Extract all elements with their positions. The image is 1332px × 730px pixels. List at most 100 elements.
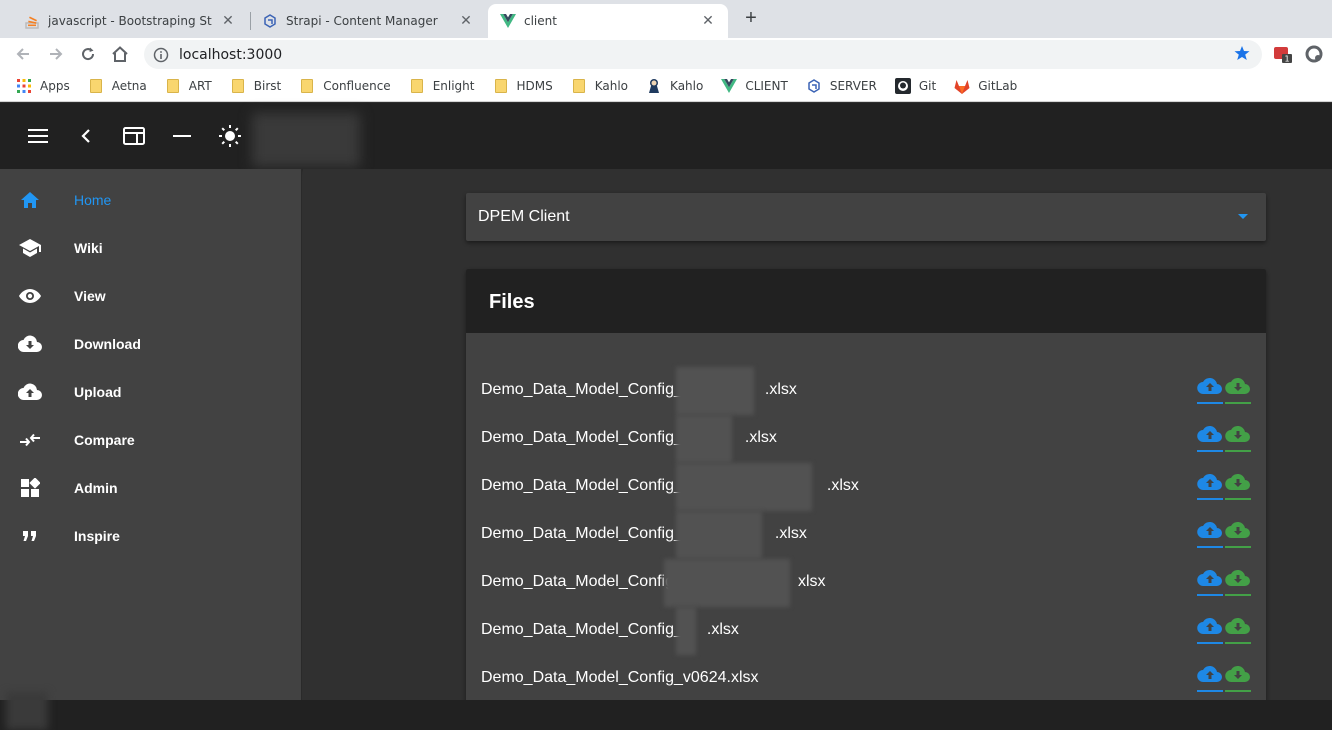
folder-icon [165,78,181,94]
bookmark-gitlab[interactable]: GitLab [954,78,1017,94]
address-bar[interactable]: localhost:3000 [144,40,1262,69]
file-name-end: .xlsx [826,477,859,494]
bookmark-client[interactable]: CLIENT [721,78,788,94]
cloud-download-icon [1225,473,1251,496]
bookmark-label: Apps [40,79,70,93]
new-tab-button[interactable]: + [740,8,762,30]
apps-grid-icon [16,78,32,94]
close-icon[interactable]: ✕ [700,13,716,29]
nav-item-upload[interactable]: Upload [0,368,301,416]
files-card: Files Demo_Data_Model_Config_ .xlsx Demo_… [466,269,1266,709]
file-name-start: Demo_Data_Model_Config_ [481,381,683,398]
cloud-download-icon [1225,665,1251,688]
cloud-download-icon [1225,521,1251,544]
bookmark-label: SERVER [829,79,877,93]
bookmark-folder-kahlo[interactable]: Kahlo [571,78,628,94]
bookmark-folder-enlight[interactable]: Enlight [409,78,475,94]
browser-tab-strapi[interactable]: Strapi - Content Manager ✕ [250,4,486,38]
bookmark-server[interactable]: SERVER [806,78,877,94]
menu-icon[interactable] [26,124,50,148]
file-name-start: Demo_Data_Model_Config_ [481,429,683,446]
upload-file-button[interactable] [1197,569,1223,597]
download-file-button[interactable] [1225,377,1251,405]
download-file-button[interactable] [1225,569,1251,597]
browser-tab-stackoverflow[interactable]: javascript - Bootstraping Strapi R ✕ [12,4,248,38]
download-file-button[interactable] [1225,617,1251,645]
browser-toolbar: localhost:3000 1 [0,38,1332,71]
extension-icon[interactable]: 1 [1272,43,1294,65]
info-icon[interactable] [153,47,169,63]
browser-tab-client[interactable]: client ✕ [488,4,728,38]
forward-icon[interactable] [45,43,67,65]
nav-item-admin[interactable]: Admin [0,464,301,512]
nav-item-download[interactable]: Download [0,320,301,368]
upload-file-button[interactable] [1197,665,1223,693]
stackoverflow-icon [24,13,40,29]
file-row: Demo_Data_Model_Config xlsx [466,559,1266,607]
client-select-value: DPEM Client [478,208,570,225]
file-name-start: Demo_Data_Model_Config_ [481,525,683,542]
download-file-button[interactable] [1225,473,1251,501]
nav-item-view[interactable]: View [0,272,301,320]
redacted-block [676,511,762,559]
redacted-block [676,607,696,655]
bookmark-folder-hdms[interactable]: HDMS [493,78,553,94]
nav-item-label: Wiki [74,240,103,256]
bookmark-folder-art[interactable]: ART [165,78,212,94]
nav-item-label: Admin [74,480,118,496]
jenkins-icon [646,78,662,94]
close-icon[interactable]: ✕ [458,13,474,29]
bookmark-star-icon[interactable] [1234,45,1250,66]
upload-file-button[interactable] [1197,425,1223,453]
dropdown-arrow-icon[interactable] [1238,214,1248,219]
nav-item-compare[interactable]: Compare [0,416,301,464]
home-page-icon[interactable] [109,43,131,65]
app-toolbar [0,103,1332,169]
bookmark-label: HDMS [516,79,553,93]
bookmark-folder-aetna[interactable]: Aetna [88,78,147,94]
nav-item-wiki[interactable]: Wiki [0,224,301,272]
format-quote-icon [18,524,42,548]
cloud-download-icon [1225,425,1251,448]
strapi-icon [806,78,822,94]
close-icon[interactable]: ✕ [220,13,236,29]
bookmark-kahlo-jenkins[interactable]: Kahlo [646,78,703,94]
brightness-icon[interactable] [218,124,242,148]
minimize-icon[interactable] [170,124,194,148]
back-icon[interactable] [12,43,34,65]
upload-file-button[interactable] [1197,617,1223,645]
bookmark-apps[interactable]: Apps [16,78,70,94]
download-file-button[interactable] [1225,425,1251,453]
nav-item-inspire[interactable]: Inspire [0,512,301,560]
button-underline [1197,546,1223,548]
upload-file-button[interactable] [1197,521,1223,549]
bookmark-folder-birst[interactable]: Birst [230,78,281,94]
file-name-start: Demo_Data_Model_Config_ [481,477,683,494]
bookmark-label: Kahlo [670,79,704,93]
redacted-title [252,113,360,167]
vue-icon [500,13,516,29]
redacted-block [664,559,790,607]
tab-title: Strapi - Content Manager [286,14,438,28]
profile-icon[interactable] [1303,43,1325,65]
download-file-button[interactable] [1225,665,1251,693]
browser-tab-strip: javascript - Bootstraping Strapi R ✕ Str… [0,0,1332,38]
reload-icon[interactable] [77,43,99,65]
bookmark-git[interactable]: Git [894,78,936,94]
file-name: Demo_Data_Model_Config_ .xlsx [481,621,739,639]
download-file-button[interactable] [1225,521,1251,549]
file-row: Demo_Data_Model_Config_ .xlsx [466,415,1266,463]
bookmark-folder-confluence[interactable]: Confluence [299,78,391,94]
url-text: localhost:3000 [179,46,283,63]
strapi-icon [262,13,278,29]
nav-item-label: Home [74,192,112,208]
upload-file-button[interactable] [1197,377,1223,405]
chevron-left-icon[interactable] [74,124,98,148]
cloud-upload-icon [1197,377,1223,400]
github-icon [894,78,911,94]
client-select[interactable]: DPEM Client [466,193,1266,241]
bookmark-label: Confluence [323,79,391,93]
upload-file-button[interactable] [1197,473,1223,501]
nav-item-home[interactable]: Home [0,176,301,224]
web-layout-icon[interactable] [122,124,146,148]
